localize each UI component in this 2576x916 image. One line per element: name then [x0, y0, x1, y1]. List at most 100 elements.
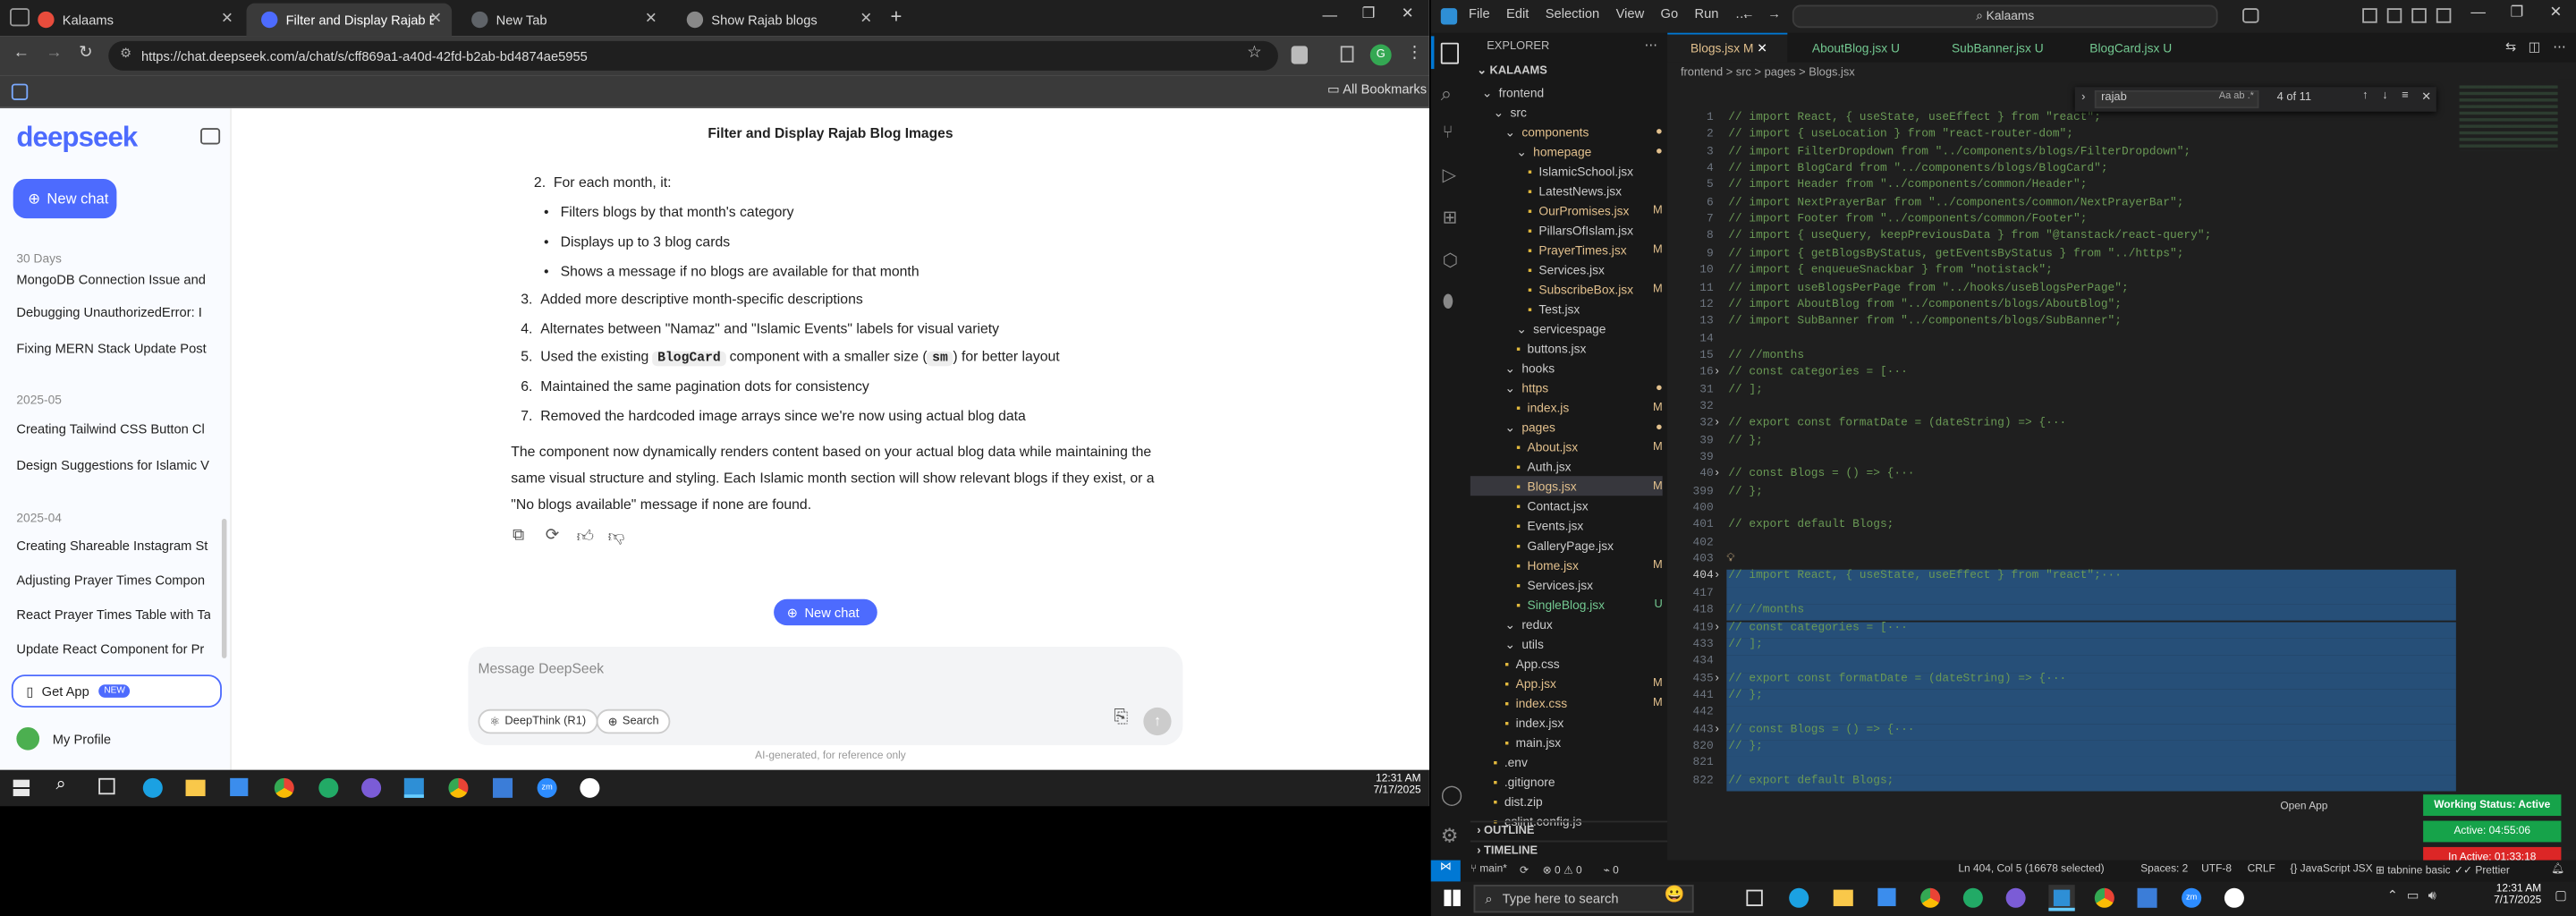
- close-icon[interactable]: ✕: [2421, 90, 2431, 104]
- tree-file[interactable]: ▪ GalleryPage.jsx: [1470, 535, 1663, 555]
- windows-start-icon[interactable]: [13, 779, 30, 797]
- open-changes-icon[interactable]: ⇆: [2505, 39, 2516, 55]
- breadcrumb[interactable]: frontend > src > pages > Blogs.jsx: [1681, 67, 1855, 79]
- history-item[interactable]: Update React Component for Pr: [16, 642, 210, 657]
- send-button[interactable]: ↑: [1143, 707, 1172, 736]
- attach-icon[interactable]: ⎘: [1114, 708, 1128, 729]
- close-icon[interactable]: ✕: [221, 10, 233, 28]
- tab-blogs-jsx[interactable]: Blogs.jsx M ✕: [1667, 32, 1788, 63]
- volume-icon[interactable]: 🔊︎: [2428, 888, 2436, 904]
- problems-indicator[interactable]: ⊗ 0 ⚠ 0: [1543, 863, 1582, 877]
- search-toggle[interactable]: ⊕ Search: [596, 708, 671, 734]
- file-explorer-icon[interactable]: [185, 779, 206, 797]
- tab-aboutblog-jsx[interactable]: AboutBlog.jsx U: [1789, 33, 1927, 63]
- code-view[interactable]: 1 // import React, { useState, useEffect …: [1667, 112, 2576, 844]
- close-icon[interactable]: ✕: [860, 10, 872, 28]
- tree-folder[interactable]: ⌄ https ●: [1470, 377, 1662, 397]
- tree-file[interactable]: ▪ Home.jsx M: [1470, 555, 1662, 574]
- tree-folder[interactable]: ⌄ src: [1470, 102, 1663, 122]
- tree-file[interactable]: ▪ Services.jsx: [1470, 259, 1663, 279]
- back-arrow-icon[interactable]: ←: [1741, 6, 1755, 21]
- workspace-root[interactable]: ⌄ KALAAMS: [1477, 64, 1547, 77]
- fold-chevron-icon[interactable]: ›: [1716, 418, 1719, 429]
- find-input[interactable]: rajab Aa ab .*: [2094, 89, 2259, 109]
- history-item[interactable]: Creating Shareable Instagram St: [16, 539, 210, 554]
- sync-icon[interactable]: ⟳: [1520, 863, 1529, 877]
- bookmark-star-icon[interactable]: ☆: [1247, 45, 1261, 63]
- split-editor-icon[interactable]: ◫: [2529, 39, 2541, 55]
- menu-file[interactable]: File: [1469, 6, 1490, 21]
- notification-center-icon[interactable]: ▢: [2555, 888, 2567, 903]
- chrome-icon[interactable]: [1920, 887, 1941, 908]
- reload-icon[interactable]: ↻: [79, 45, 92, 63]
- get-app-button[interactable]: ▯ Get App NEW: [11, 674, 222, 708]
- tree-file[interactable]: ▪ IslamicSchool.jsx: [1470, 161, 1663, 181]
- tree-file[interactable]: ▪ Events.jsx: [1470, 515, 1663, 535]
- tab-subbanner-jsx[interactable]: SubBanner.jsx U: [1928, 33, 2064, 63]
- chevron-right-icon[interactable]: ›: [2081, 92, 2085, 104]
- browser-tab-deepseek[interactable]: Filter and Display Rajab Blog Im✕: [246, 3, 453, 37]
- copilot-icon[interactable]: [2242, 8, 2259, 23]
- history-item[interactable]: Fixing MERN Stack Update Post I: [16, 342, 210, 357]
- tree-file[interactable]: ▪ index.css M: [1470, 692, 1662, 712]
- more-actions-icon[interactable]: ⋯: [2553, 39, 2566, 55]
- tree-file[interactable]: ▪ Blogs.jsx M: [1470, 476, 1663, 496]
- fold-chevron-icon[interactable]: ›: [1716, 622, 1719, 633]
- all-bookmarks[interactable]: ▭ All Bookmarks: [1327, 82, 1427, 98]
- tree-file[interactable]: ▪ About.jsx M: [1470, 437, 1662, 456]
- toggle-panel-icon[interactable]: [2386, 8, 2402, 23]
- fold-chevron-icon[interactable]: ›: [1716, 724, 1719, 735]
- more-actions-icon[interactable]: ⋯: [1645, 38, 1658, 53]
- app-icon[interactable]: [1962, 887, 1983, 908]
- tree-file[interactable]: ▪ App.jsx M: [1470, 673, 1662, 692]
- history-item[interactable]: MongoDB Connection Issue and: [16, 273, 210, 288]
- menu-edit[interactable]: Edit: [1506, 6, 1529, 21]
- zoom-icon[interactable]: zm: [2182, 887, 2202, 908]
- history-item[interactable]: Design Suggestions for Islamic V: [16, 458, 210, 473]
- new-chat-pill-button[interactable]: ⊕ New chat: [774, 598, 877, 626]
- tree-file[interactable]: ▪ Auth.jsx: [1470, 456, 1663, 476]
- collapse-sidebar-icon[interactable]: [200, 128, 221, 145]
- menu-run[interactable]: Run: [1695, 6, 1719, 21]
- zoom-icon[interactable]: zm: [537, 777, 557, 798]
- browser-tab-new-tab[interactable]: New Tab ✕: [457, 4, 667, 37]
- toggle-sidebar-icon[interactable]: [2362, 8, 2377, 23]
- explorer-icon[interactable]: [1440, 42, 1459, 64]
- end-of-line[interactable]: CRLF: [2248, 863, 2275, 875]
- app-icon[interactable]: [318, 777, 339, 798]
- taskbar-search-box[interactable]: ⌕ Type here to search: [1473, 885, 1694, 913]
- tree-folder[interactable]: ⌄ pages ●: [1470, 417, 1662, 437]
- tree-file[interactable]: ▪ PrayerTimes.jsx M: [1470, 240, 1663, 259]
- command-center-search[interactable]: ⌕ Kalaams: [1792, 4, 2218, 29]
- browser-tab-show-rajab[interactable]: Show Rajab blogs ✕: [672, 4, 882, 37]
- tree-folder[interactable]: ⌄ hooks: [1470, 358, 1663, 377]
- deepthink-toggle[interactable]: ⚛ DeepThink (R1): [478, 708, 598, 734]
- remote-icon[interactable]: ⋈: [1430, 860, 1461, 882]
- menu-selection[interactable]: Selection: [1546, 6, 1599, 21]
- layout-icon[interactable]: [2436, 8, 2452, 23]
- fold-chevron-icon[interactable]: ›: [1716, 571, 1719, 582]
- github-desktop-icon[interactable]: [2005, 887, 2026, 908]
- task-view-icon[interactable]: [98, 777, 115, 795]
- close-icon[interactable]: ✕: [1757, 41, 1767, 56]
- run-debug-icon[interactable]: ▷: [1443, 165, 1457, 185]
- message-input[interactable]: Message DeepSeek: [478, 660, 604, 676]
- windows-start-icon[interactable]: [1444, 889, 1461, 906]
- sidepanel-icon[interactable]: [1340, 46, 1354, 63]
- tree-file[interactable]: ▪ index.jsx: [1470, 712, 1663, 732]
- tree-file[interactable]: ▪ Services.jsx: [1470, 574, 1663, 594]
- indent-setting[interactable]: Spaces: 2: [2140, 863, 2188, 875]
- search-icon[interactable]: ⌕: [55, 775, 65, 796]
- fold-chevron-icon[interactable]: ›: [1716, 673, 1719, 684]
- store-icon[interactable]: [1877, 887, 1896, 906]
- chrome-icon[interactable]: [2094, 887, 2114, 908]
- branch-indicator[interactable]: ⑂ main*: [1470, 863, 1507, 875]
- emoji-widget-icon[interactable]: 😀: [1665, 886, 1685, 904]
- encoding[interactable]: UTF-8: [2201, 863, 2232, 875]
- minimize-icon[interactable]: —: [1323, 6, 1338, 22]
- outline-section[interactable]: › OUTLINE: [1470, 820, 1668, 841]
- lightbulb-icon[interactable]: 💡︎: [1726, 554, 1734, 567]
- close-icon[interactable]: ✕: [645, 10, 657, 28]
- tabnine-indicator[interactable]: ⊞ tabnine basic: [2376, 863, 2451, 877]
- editor-scrollbar[interactable]: [2557, 79, 2576, 851]
